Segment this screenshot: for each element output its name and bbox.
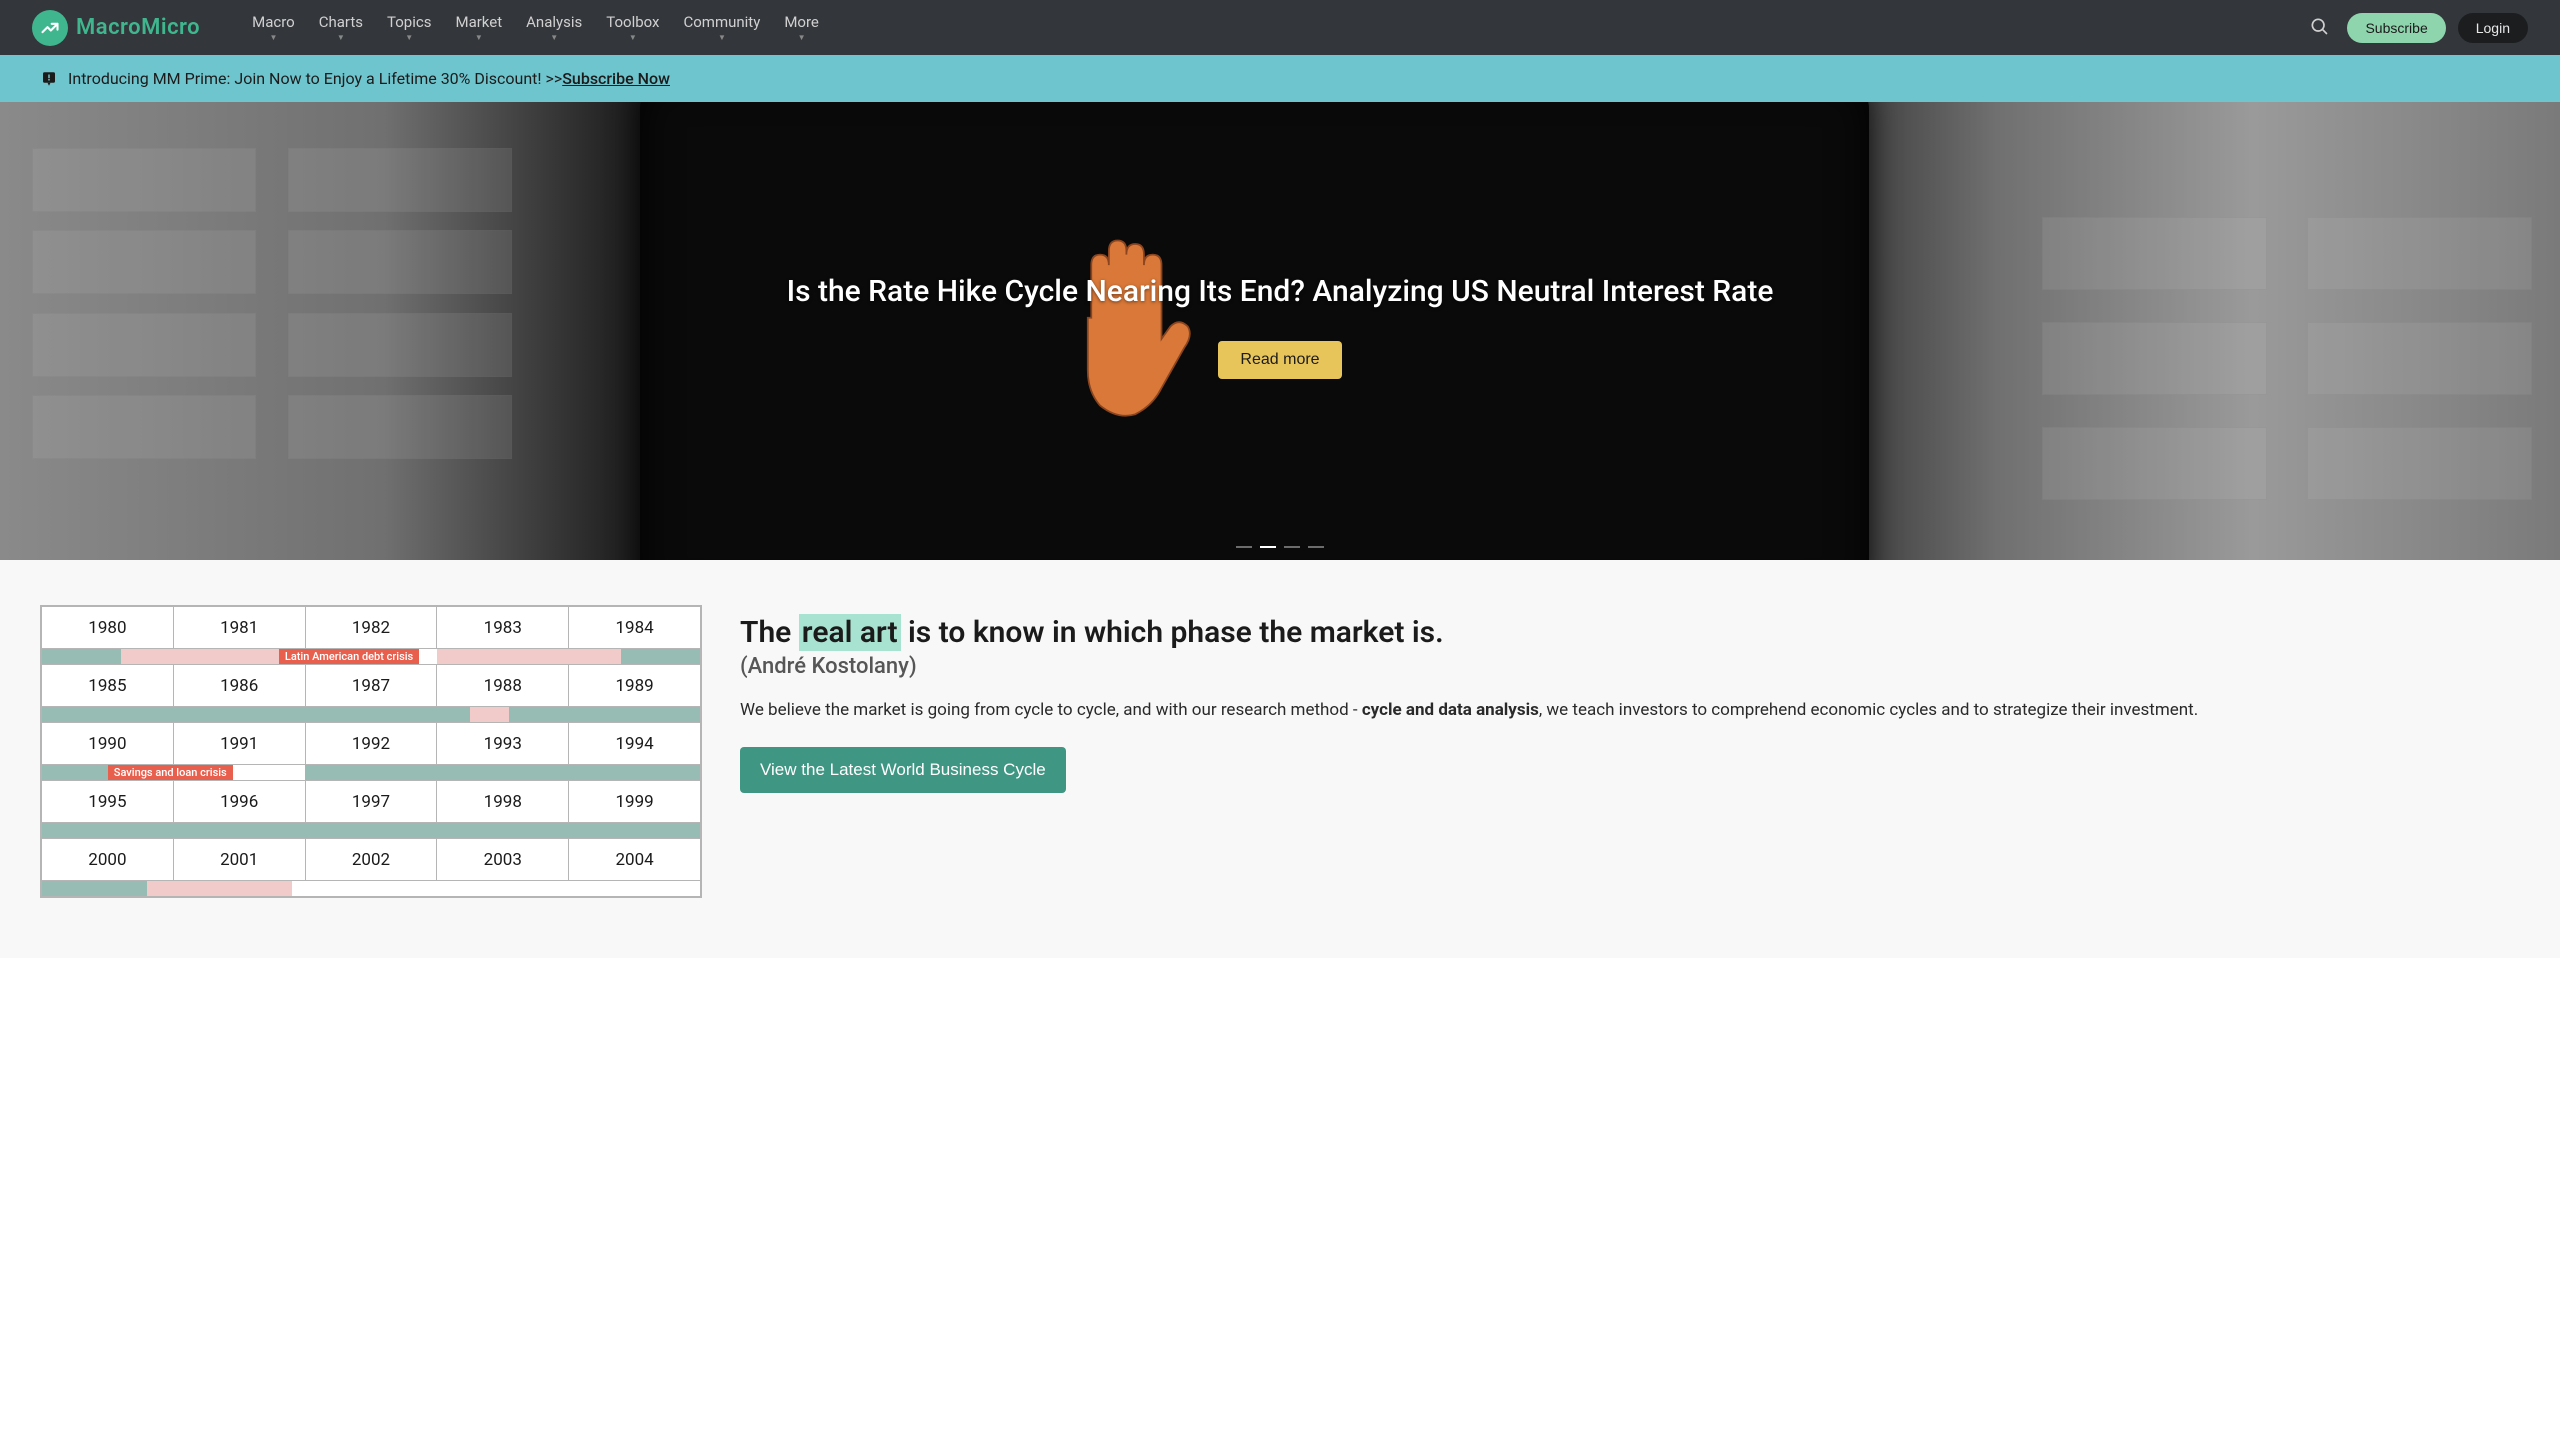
quote-post: is to know in which phase the market is. — [901, 615, 1444, 650]
recession-band — [147, 881, 292, 896]
crisis-label: Latin American debt crisis — [279, 649, 419, 664]
recession-band — [437, 649, 621, 664]
nav-item-charts[interactable]: Charts▼ — [307, 13, 375, 43]
read-more-button[interactable]: Read more — [1218, 341, 1341, 379]
carousel-dot-3[interactable] — [1308, 546, 1324, 548]
body-paragraph: We believe the market is going from cycl… — [740, 697, 2520, 723]
main-nav: Macro▼Charts▼Topics▼Market▼Analysis▼Tool… — [240, 13, 831, 43]
expansion-band — [42, 765, 108, 780]
year-cell: 2003 — [437, 839, 569, 881]
view-business-cycle-button[interactable]: View the Latest World Business Cycle — [740, 747, 1066, 793]
crisis-label: Savings and loan crisis — [108, 765, 233, 780]
cycle-band — [42, 881, 701, 897]
chevron-down-icon: ▼ — [405, 33, 413, 43]
chevron-down-icon: ▼ — [269, 33, 277, 43]
promo-banner: Introducing MM Prime: Join Now to Enjoy … — [0, 55, 2560, 102]
year-cell: 1998 — [437, 781, 569, 823]
nav-item-macro[interactable]: Macro▼ — [240, 13, 307, 43]
year-cell: 1996 — [173, 781, 305, 823]
year-cell: 1980 — [42, 607, 174, 649]
year-cell: 1987 — [305, 665, 437, 707]
hero-carousel: Is the Rate Hike Cycle Nearing Its End? … — [0, 102, 2560, 560]
expansion-band — [621, 649, 700, 664]
year-cell: 1997 — [305, 781, 437, 823]
cycle-band: Latin American debt crisis — [42, 649, 701, 665]
quote-highlight: real art — [799, 614, 901, 651]
year-cell: 2002 — [305, 839, 437, 881]
promo-text: Introducing MM Prime: Join Now to Enjoy … — [68, 69, 670, 88]
year-cell: 2004 — [569, 839, 701, 881]
cycle-band: Savings and loan crisis — [42, 765, 701, 781]
year-cell: 1986 — [173, 665, 305, 707]
quote-author: (André Kostolany) — [740, 654, 2520, 679]
chevron-down-icon: ▼ — [475, 33, 483, 43]
nav-item-toolbox[interactable]: Toolbox▼ — [594, 13, 671, 43]
expansion-band — [509, 707, 700, 722]
carousel-dot-0[interactable] — [1236, 546, 1252, 548]
chevron-down-icon: ▼ — [718, 33, 726, 43]
search-icon — [2309, 16, 2329, 36]
year-cell: 2000 — [42, 839, 174, 881]
body-post: , we teach investors to comprehend econo… — [1539, 700, 2198, 720]
carousel-dots — [1236, 546, 1324, 548]
year-cell: 2001 — [173, 839, 305, 881]
quote: The real art is to know in which phase t… — [740, 613, 2520, 652]
carousel-dot-1[interactable] — [1260, 546, 1276, 548]
recession-band — [470, 707, 509, 722]
year-cell: 1991 — [173, 723, 305, 765]
chevron-down-icon: ▼ — [337, 33, 345, 43]
chevron-down-icon: ▼ — [629, 33, 637, 43]
promo-link[interactable]: Subscribe Now — [562, 69, 670, 88]
nav-item-market[interactable]: Market▼ — [443, 13, 514, 43]
expansion-band — [42, 707, 470, 722]
cycle-band — [42, 823, 701, 839]
logo-text: MacroMicro — [76, 15, 200, 40]
content-text: The real art is to know in which phase t… — [740, 605, 2520, 898]
hero-content: Is the Rate Hike Cycle Nearing Its End? … — [0, 102, 2560, 560]
search-button[interactable] — [2303, 10, 2335, 45]
cycle-band — [42, 707, 701, 723]
year-cell: 1988 — [437, 665, 569, 707]
year-cell: 1985 — [42, 665, 174, 707]
quote-pre: The — [740, 615, 799, 650]
nav-item-community[interactable]: Community▼ — [671, 13, 772, 43]
expansion-band — [42, 649, 121, 664]
hero-title: Is the Rate Hike Cycle Nearing Its End? … — [787, 274, 1774, 309]
promo-message: Introducing MM Prime: Join Now to Enjoy … — [68, 69, 562, 88]
year-cell: 1993 — [437, 723, 569, 765]
business-cycle-chart: 19801981198219831984 Latin American debt … — [40, 605, 702, 898]
body-bold: cycle and data analysis — [1362, 700, 1539, 720]
year-cell: 1992 — [305, 723, 437, 765]
year-cell: 1981 — [173, 607, 305, 649]
subscribe-button[interactable]: Subscribe — [2347, 13, 2445, 43]
year-cell: 1995 — [42, 781, 174, 823]
main-header: MacroMicro Macro▼Charts▼Topics▼Market▼An… — [0, 0, 2560, 55]
chevron-down-icon: ▼ — [798, 33, 806, 43]
year-cell: 1982 — [305, 607, 437, 649]
year-cell: 1994 — [569, 723, 701, 765]
carousel-dot-2[interactable] — [1284, 546, 1300, 548]
year-cell: 1990 — [42, 723, 174, 765]
body-pre: We believe the market is going from cycl… — [740, 700, 1362, 720]
expansion-band — [305, 765, 700, 780]
expansion-band — [42, 881, 147, 896]
content-section: 19801981198219831984 Latin American debt … — [0, 560, 2560, 958]
nav-item-analysis[interactable]: Analysis▼ — [514, 13, 594, 43]
nav-item-more[interactable]: More▼ — [772, 13, 831, 43]
year-cell: 1984 — [569, 607, 701, 649]
header-right: Subscribe Login — [2303, 10, 2528, 45]
year-cell: 1999 — [569, 781, 701, 823]
logo-icon — [32, 10, 68, 46]
login-button[interactable]: Login — [2458, 13, 2528, 43]
logo[interactable]: MacroMicro — [32, 10, 200, 46]
nav-item-topics[interactable]: Topics▼ — [375, 13, 443, 43]
announcement-icon — [40, 70, 58, 88]
year-cell: 1983 — [437, 607, 569, 649]
chevron-down-icon: ▼ — [550, 33, 558, 43]
year-cell: 1989 — [569, 665, 701, 707]
expansion-band — [42, 823, 700, 838]
